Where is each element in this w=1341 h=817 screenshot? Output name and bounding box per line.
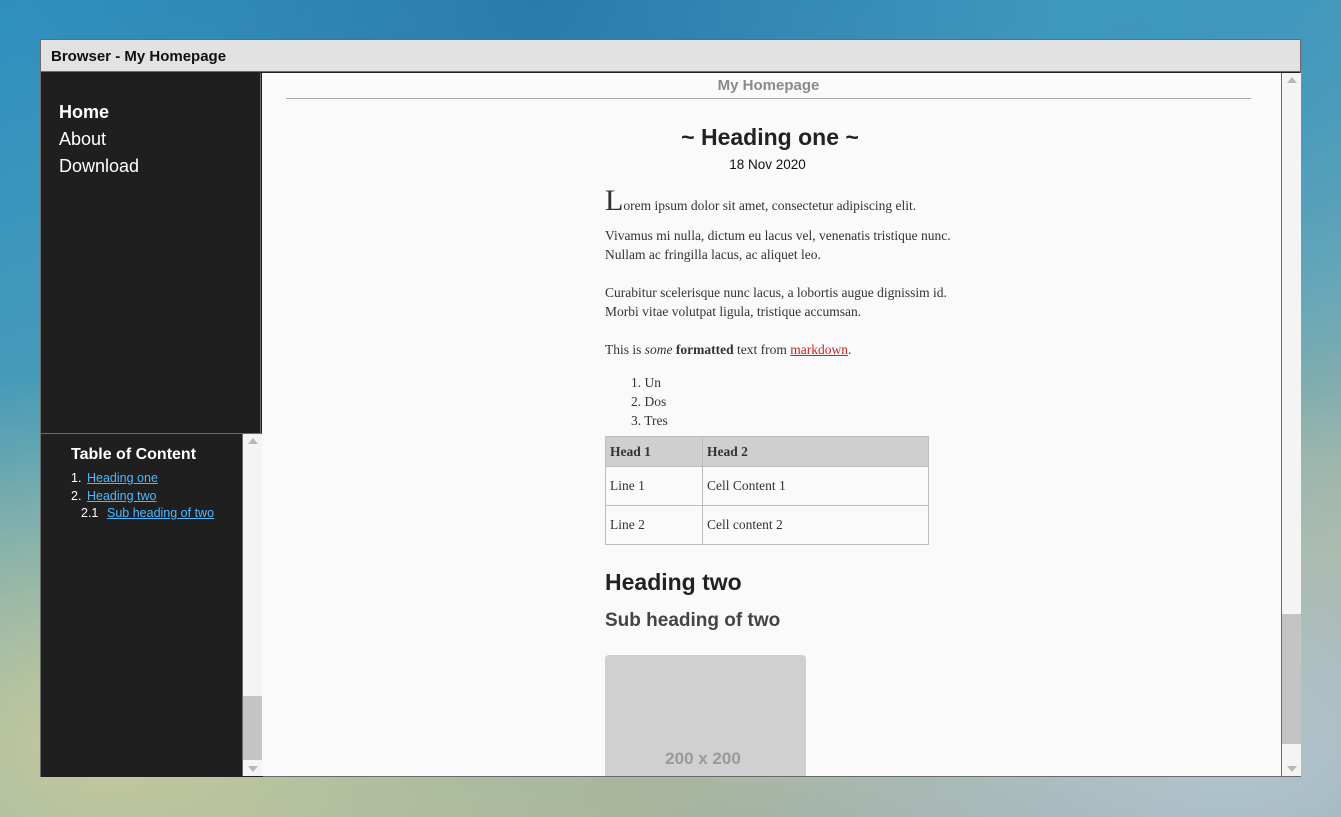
table-row: Line 2 Cell content 2 <box>605 505 929 545</box>
site-title: My Homepage <box>286 73 1251 99</box>
toc-link-sub-heading-of-two[interactable]: Sub heading of two <box>107 506 214 520</box>
toc-item-number: 2. <box>71 488 82 503</box>
table-cell: Cell Content 1 <box>702 466 929 506</box>
toc-scrollbar[interactable] <box>242 434 263 776</box>
scroll-down-arrow-icon[interactable] <box>248 766 258 772</box>
markdown-link[interactable]: markdown <box>790 342 848 357</box>
toc-link-heading-one[interactable]: Heading one <box>87 471 158 485</box>
window-title-bar[interactable]: Browser - My Homepage <box>41 40 1300 72</box>
nav-item-about[interactable]: About <box>59 126 139 153</box>
list-item: 1. Un <box>631 375 662 390</box>
toc-title: Table of Content <box>71 446 197 463</box>
paragraph-line: Vivamus mi nulla, dictum eu lacus vel, v… <box>605 228 951 243</box>
text-middle: text from <box>733 342 791 357</box>
list-item-text: Tres <box>644 413 668 428</box>
table-of-content-panel: Table of Content 1. Heading one 2. Heading… <box>41 433 263 777</box>
image-placeholder: 200 x 200 <box>605 655 806 776</box>
paragraph-text: orem ipsum dolor sit amet, consectetur a… <box>623 198 917 213</box>
post-date: 18 Nov 2020 <box>729 157 806 172</box>
italic-text: some <box>644 342 673 357</box>
table-cell: Cell content 2 <box>702 505 929 545</box>
table-row: Line 1 Cell Content 1 <box>605 466 929 506</box>
table-header: Head 1 <box>605 436 703 467</box>
table-header-row: Head 1 Head 2 <box>605 436 929 467</box>
text-prefix: This is <box>605 342 645 357</box>
toc-item: 1. Heading one <box>71 470 214 488</box>
scroll-up-arrow-icon[interactable] <box>248 438 258 444</box>
paragraph: Vivamus mi nulla, dictum eu lacus vel, v… <box>605 226 951 264</box>
list-item-text: Un <box>644 375 662 390</box>
list-item-text: Dos <box>644 394 667 409</box>
table-cell: Line 2 <box>605 505 703 545</box>
heading-one: ~ Heading one ~ <box>681 124 859 150</box>
window-title: Browser - My Homepage <box>51 48 227 65</box>
content-area: My Homepage ~ Heading one ~ 18 Nov 2020 … <box>262 73 1281 776</box>
ordered-list: 1. Un 2. Dos 3. Tres <box>631 373 668 430</box>
paragraph-line: Morbi vitae volutpat ligula, tristique a… <box>605 304 862 319</box>
drop-cap: L <box>605 184 624 217</box>
paragraph: Lorem ipsum dolor sit amet, consectetur … <box>605 186 916 216</box>
toc-scrollbar-thumb[interactable] <box>243 696 263 760</box>
scroll-down-arrow-icon[interactable] <box>1287 766 1297 772</box>
toc-list: 1. Heading one 2. Heading two 2.1 Sub headi… <box>71 470 214 523</box>
paragraph-line: Curabitur scelerisque nunc lacus, a lobo… <box>605 285 947 300</box>
table-cell: Line 1 <box>605 466 703 506</box>
text-suffix: . <box>848 342 852 357</box>
content-scrollbar-thumb[interactable] <box>1282 614 1301 744</box>
formatted-paragraph: This is some formatted text from markdow… <box>605 340 851 359</box>
toc-item: 2.1 Sub heading of two <box>71 505 214 523</box>
toc-item: 2. Heading two <box>71 488 214 506</box>
content-table: Head 1 Head 2 Line 1 Cell Content 1 Line… <box>605 436 929 545</box>
browser-window: Browser - My Homepage Home About Downloa… <box>40 39 1301 777</box>
toc-link-heading-two[interactable]: Heading two <box>87 489 157 503</box>
scroll-up-arrow-icon[interactable] <box>1287 77 1297 83</box>
list-item: 3. Tres <box>631 413 668 428</box>
image-placeholder-label: 200 x 200 <box>665 749 741 768</box>
toc-item-number: 1. <box>71 471 82 485</box>
paragraph-line: Nullam ac fringilla lacus, ac aliquet le… <box>605 247 821 262</box>
sub-heading: Sub heading of two <box>605 610 781 631</box>
bold-text: formatted <box>675 342 734 357</box>
list-item: 2. Dos <box>631 394 667 409</box>
heading-two: Heading two <box>605 569 742 595</box>
nav-item-home[interactable]: Home <box>59 99 139 126</box>
main-nav: Home About Download <box>59 99 139 180</box>
nav-item-download[interactable]: Download <box>59 153 139 180</box>
content-scrollbar[interactable] <box>1281 73 1301 776</box>
paragraph: Curabitur scelerisque nunc lacus, a lobo… <box>605 283 947 321</box>
table-header: Head 2 <box>702 436 929 467</box>
toc-item-number: 2.1 <box>81 506 99 520</box>
